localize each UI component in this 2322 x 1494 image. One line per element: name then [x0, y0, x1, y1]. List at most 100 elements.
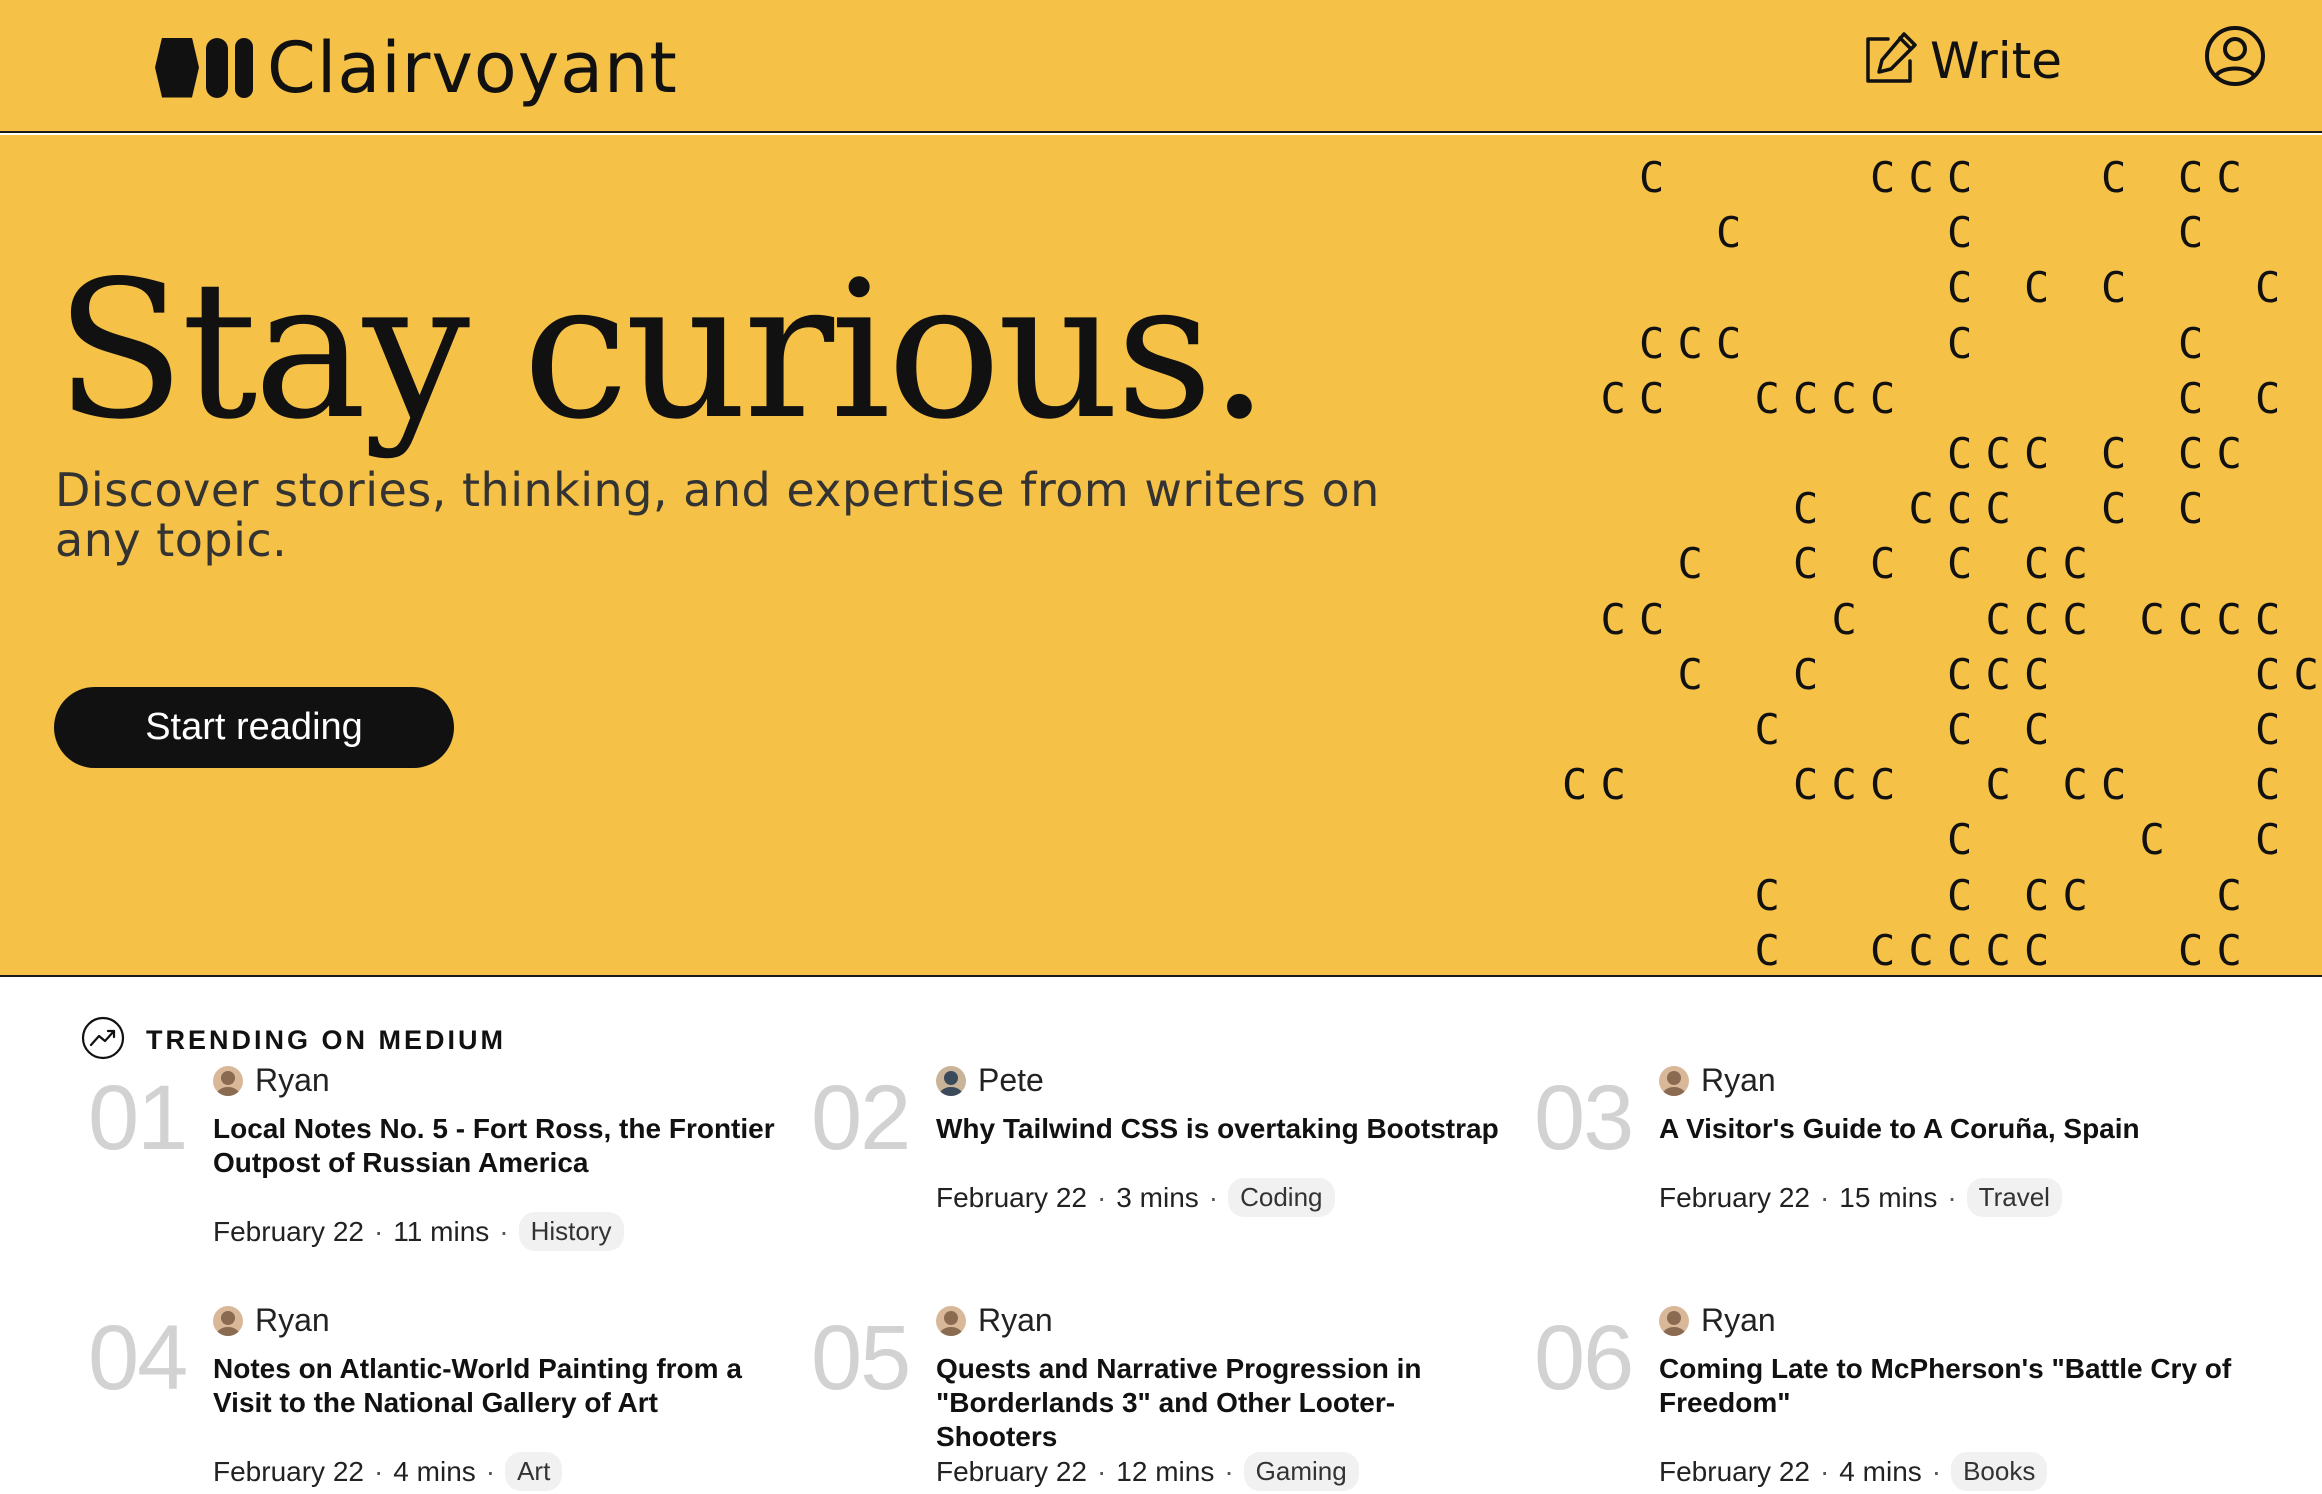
meta-separator: · [485, 1455, 496, 1487]
topic-tag[interactable]: Art [505, 1452, 563, 1491]
pattern-letter: C [1947, 153, 1973, 202]
topic-tag[interactable]: Gaming [1243, 1452, 1359, 1491]
pattern-letter: C [1870, 925, 1896, 975]
author-name: Pete [978, 1062, 1044, 1098]
article-date: February 22 [936, 1455, 1087, 1487]
topic-tag[interactable]: Travel [1966, 1178, 2062, 1217]
article-title[interactable]: A Visitor's Guide to A Coruña, Spain [1659, 1112, 2239, 1146]
topic-tag[interactable]: History [518, 1212, 624, 1251]
meta-separator: · [1096, 1455, 1107, 1487]
pattern-letter: C [2024, 429, 2050, 478]
pattern-letter: C [1562, 760, 1588, 810]
trending-item[interactable]: 03 Ryan A Visitor's Guide to A Coruña, Spa… [1534, 1062, 2254, 1262]
trending-item[interactable]: 01 Ryan Local Notes No. 5 - Fort Ross, the… [88, 1062, 808, 1262]
pattern-letter: C [1947, 870, 1973, 920]
read-time: 4 mins [393, 1455, 476, 1487]
pattern-letter: C [2216, 153, 2242, 202]
article-date: February 22 [936, 1181, 1087, 1213]
article-title[interactable]: Quests and Narrative Progression in "Bor… [936, 1352, 1516, 1454]
topic-tag[interactable]: Books [1951, 1452, 2048, 1491]
start-reading-button[interactable]: Start reading [54, 687, 454, 768]
account-button[interactable] [2203, 24, 2267, 88]
avatar [213, 1065, 243, 1096]
trending-rank: 04 [88, 1307, 188, 1409]
pattern-letter: C [2216, 925, 2242, 975]
pattern-letter: C [1870, 760, 1896, 810]
pattern-letter: C [1831, 760, 1857, 810]
meta-separator: · [373, 1455, 384, 1487]
pattern-letter: C [2024, 705, 2050, 754]
user-circle-icon [2203, 26, 2267, 92]
article-meta: February 22 · 3 mins · Coding [936, 1178, 1335, 1217]
pattern-letter: C [1793, 649, 1819, 699]
meta-separator: · [1931, 1455, 1942, 1487]
avatar [936, 1305, 966, 1336]
pencil-square-icon [1860, 29, 1920, 94]
write-button[interactable]: Write [1860, 20, 2062, 102]
pattern-letter: C [1947, 539, 1973, 589]
brand-logo[interactable]: Clairvoyant [155, 20, 678, 115]
trending-up-icon [80, 1015, 126, 1066]
article-title[interactable]: Notes on Atlantic-World Painting from a … [213, 1352, 793, 1420]
meta-separator: · [1096, 1181, 1107, 1213]
pattern-letter: C [2255, 373, 2281, 423]
trending-item[interactable]: 04 Ryan Notes on Atlantic-World Painting f… [88, 1302, 808, 1494]
pattern-letter: C [2101, 484, 2127, 534]
pattern-letter: C [1600, 594, 1626, 644]
author-link[interactable]: Ryan [936, 1302, 1053, 1339]
read-time: 12 mins [1116, 1455, 1215, 1487]
pattern-letter: C [2255, 649, 2281, 699]
topic-tag[interactable]: Coding [1228, 1178, 1335, 1217]
trending-item[interactable]: 06 Ryan Coming Late to McPherson's "Battle… [1534, 1302, 2254, 1494]
article-date: February 22 [1659, 1455, 1810, 1487]
pattern-letter: C [2024, 263, 2050, 313]
meta-separator: · [1819, 1455, 1830, 1487]
article-title[interactable]: Coming Late to McPherson's "Battle Cry o… [1659, 1352, 2239, 1420]
trending-rank: 03 [1534, 1067, 1634, 1169]
trending-heading: TRENDING ON MEDIUM [146, 1025, 506, 1055]
author-link[interactable]: Pete [936, 1062, 1044, 1099]
pattern-letter: C [2178, 153, 2204, 202]
article-meta: February 22 · 11 mins · History [213, 1212, 624, 1251]
pattern-letter: C [2139, 815, 2165, 865]
article-date: February 22 [1659, 1181, 1810, 1213]
author-name: Ryan [255, 1302, 330, 1338]
article-meta: February 22 · 15 mins · Travel [1659, 1178, 2062, 1217]
pattern-letter: C [2024, 649, 2050, 699]
pattern-letter: C [1793, 539, 1819, 589]
logo-mark-icon [155, 37, 253, 98]
trending-item[interactable]: 05 Ryan Quests and Narrative Progression i… [811, 1302, 1531, 1494]
pattern-letter: C [1677, 318, 1703, 368]
pattern-letter: C [2178, 484, 2204, 534]
pattern-letter: C [1793, 373, 1819, 423]
trending-rank: 02 [811, 1067, 911, 1169]
pattern-letter: C [1793, 484, 1819, 534]
pattern-letter: C [1754, 705, 1780, 754]
pattern-letter: C [1639, 318, 1665, 368]
pattern-letter: C [1947, 208, 1973, 258]
trending-rank: 05 [811, 1307, 911, 1409]
avatar [213, 1305, 243, 1336]
pattern-letter: C [2255, 594, 2281, 644]
pattern-letter: C [2178, 373, 2204, 423]
author-link[interactable]: Ryan [213, 1062, 330, 1099]
author-link[interactable]: Ryan [1659, 1062, 1776, 1099]
pattern-letter: C [1677, 649, 1703, 699]
trending-item[interactable]: 02 Pete Why Tailwind CSS is overtaking Boo… [811, 1062, 1531, 1262]
pattern-letter: C [2216, 429, 2242, 478]
pattern-letter: C [1908, 484, 1934, 534]
top-navbar: Clairvoyant Write [0, 0, 2322, 133]
meta-separator: · [1208, 1181, 1219, 1213]
pattern-letter: C [2216, 870, 2242, 920]
pattern-letter: C [1947, 263, 1973, 313]
author-link[interactable]: Ryan [1659, 1302, 1776, 1339]
pattern-letter: C [2178, 208, 2204, 258]
article-title[interactable]: Why Tailwind CSS is overtaking Bootstrap [936, 1112, 1516, 1146]
pattern-letter: C [2178, 318, 2204, 368]
pattern-letter: C [2101, 263, 2127, 313]
trending-header: TRENDING ON MEDIUM [80, 1015, 506, 1066]
author-link[interactable]: Ryan [213, 1302, 330, 1339]
article-title[interactable]: Local Notes No. 5 - Fort Ross, the Front… [213, 1112, 793, 1180]
pattern-letter: C [2101, 429, 2127, 478]
author-name: Ryan [978, 1302, 1053, 1338]
